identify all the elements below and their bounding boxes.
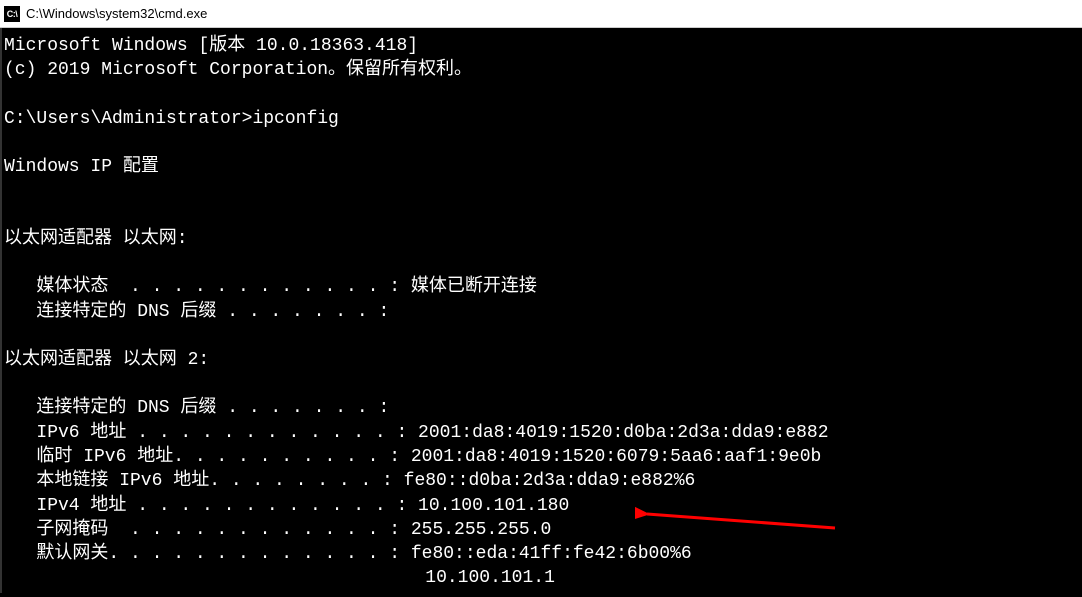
terminal-output[interactable]: Microsoft Windows [版本 10.0.18363.418](c)… [0, 28, 1082, 597]
terminal-line: 默认网关. . . . . . . . . . . . . : fe80::ed… [4, 542, 1082, 566]
terminal-line: 以太网适配器 以太网 2: [4, 348, 1082, 372]
terminal-line: Microsoft Windows [版本 10.0.18363.418] [4, 34, 1082, 58]
terminal-line: 临时 IPv6 地址. . . . . . . . . . : 2001:da8… [4, 445, 1082, 469]
terminal-line: 子网掩码 . . . . . . . . . . . . : 255.255.2… [4, 518, 1082, 542]
terminal-line [4, 372, 1082, 396]
terminal-line: (c) 2019 Microsoft Corporation。保留所有权利。 [4, 58, 1082, 82]
terminal-line: IPv4 地址 . . . . . . . . . . . . : 10.100… [4, 494, 1082, 518]
terminal-line [4, 83, 1082, 107]
terminal-line: 10.100.101.1 [4, 566, 1082, 590]
terminal-line: 本地链接 IPv6 地址. . . . . . . . : fe80::d0ba… [4, 469, 1082, 493]
window-title: C:\Windows\system32\cmd.exe [26, 6, 207, 21]
terminal-line: 连接特定的 DNS 后缀 . . . . . . . : [4, 300, 1082, 324]
cmd-icon: C:\ [4, 6, 20, 22]
window-titlebar[interactable]: C:\ C:\Windows\system32\cmd.exe [0, 0, 1082, 28]
terminal-line: 以太网适配器 以太网: [4, 227, 1082, 251]
terminal-line: 连接特定的 DNS 后缀 . . . . . . . : [4, 396, 1082, 420]
terminal-line [4, 131, 1082, 155]
terminal-line: C:\Users\Administrator>ipconfig [4, 107, 1082, 131]
terminal-line: Windows IP 配置 [4, 155, 1082, 179]
terminal-line: 媒体状态 . . . . . . . . . . . . : 媒体已断开连接 [4, 275, 1082, 299]
terminal-line [4, 179, 1082, 203]
terminal-line [4, 324, 1082, 348]
window-border [0, 28, 2, 593]
terminal-line: IPv6 地址 . . . . . . . . . . . . : 2001:d… [4, 421, 1082, 445]
terminal-line [4, 251, 1082, 275]
terminal-line [4, 203, 1082, 227]
